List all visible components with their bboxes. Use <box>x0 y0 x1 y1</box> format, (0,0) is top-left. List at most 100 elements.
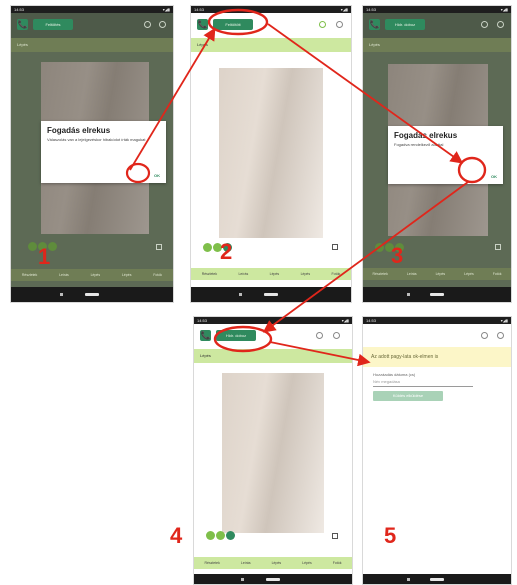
subtitle-bar: Lépés <box>191 38 351 52</box>
status-time: 14:53 <box>14 7 25 12</box>
call-button[interactable]: 📞 <box>200 330 211 341</box>
status-time: 14:53 <box>197 318 208 323</box>
fullscreen-icon[interactable] <box>332 533 338 539</box>
tab-photos[interactable]: Fotók <box>332 268 341 280</box>
dialog-ok-button[interactable]: OK <box>154 173 160 178</box>
settings-icon[interactable] <box>144 21 151 28</box>
tab-step-2[interactable]: Lépés <box>122 269 132 281</box>
back-icon[interactable] <box>59 293 63 296</box>
back-icon[interactable] <box>239 293 242 296</box>
system-nav-bar <box>363 574 511 584</box>
fullscreen-icon[interactable] <box>156 244 162 250</box>
status-icons: ▾◢▮ <box>340 7 348 12</box>
app-bar: 📞 Feltöltött <box>191 13 351 38</box>
menu-icon[interactable] <box>336 21 343 28</box>
uploaded-button[interactable]: Feltöltött <box>213 19 253 30</box>
status-icons: ▾◢▮ <box>162 7 170 12</box>
status-bar: 14:53 ▾◢▮ <box>363 6 511 13</box>
screen-3: 14:53 ▾◢▮ 📞 Hidr. doboz Lépés Fogadás el… <box>362 5 512 303</box>
info-dialog: Fogadás elrekus Válaszolás van a lejelge… <box>41 121 166 183</box>
tab-photos[interactable]: Fotók <box>493 268 502 280</box>
menu-icon[interactable] <box>333 332 340 339</box>
tab-step[interactable]: Lépés <box>272 557 282 569</box>
tab-details[interactable]: Részletek <box>205 557 220 569</box>
dialog-ok-button[interactable]: OK <box>491 174 497 179</box>
tab-description[interactable]: Leírás <box>238 268 248 280</box>
camera-icon[interactable] <box>203 243 212 252</box>
status-icons: ▾◢▮ <box>341 318 349 323</box>
back-icon[interactable] <box>241 578 245 581</box>
status-time: 14:53 <box>194 7 205 12</box>
bottom-tabs: Részletek Leírás Lépés Lépés Fotók <box>194 557 352 569</box>
step-number-2: 2 <box>220 239 233 264</box>
call-button[interactable]: 📞 <box>17 19 28 30</box>
fullscreen-icon[interactable] <box>495 244 501 250</box>
dialog-text: Válaszolás van a lejelgezéskor hibakódot… <box>47 137 146 142</box>
dialog-text: Fogadva rendelkező adattal <box>394 142 444 147</box>
app-bar: 📞 Hidr. doboz <box>363 13 511 38</box>
home-icon[interactable] <box>264 293 278 296</box>
status-time: 14:53 <box>366 318 377 323</box>
tab-details[interactable]: Részletek <box>202 268 217 280</box>
tab-description[interactable]: Leírás <box>241 557 251 569</box>
media-controls <box>206 531 236 540</box>
tab-description[interactable]: Leírás <box>59 269 69 281</box>
tab-description[interactable]: Leírás <box>407 268 417 280</box>
status-icons: ▾◢▮ <box>500 318 508 323</box>
camera-icon[interactable] <box>28 242 37 251</box>
dialog-title: Fogadás elrekus <box>47 126 111 135</box>
call-button[interactable]: 📞 <box>369 19 380 30</box>
menu-icon[interactable] <box>497 332 504 339</box>
door-photo <box>222 373 324 533</box>
status-bar: 14:53 ▾◢▮ <box>194 317 352 324</box>
subtitle-bar: Lépés <box>11 38 173 52</box>
settings-icon[interactable] <box>481 332 488 339</box>
call-button[interactable]: 📞 <box>197 19 208 30</box>
settings-icon[interactable] <box>481 21 488 28</box>
system-nav-bar <box>11 287 173 302</box>
name-input[interactable]: Név megadása <box>373 378 473 387</box>
step-number-3: 3 <box>391 243 404 268</box>
bottom-tabs: Részletek Leírás Lépés Lépés Fotók <box>11 269 173 281</box>
upload-button[interactable]: Feltöltés <box>33 19 73 30</box>
back-icon[interactable] <box>407 293 411 296</box>
tab-photos[interactable]: Fotók <box>153 269 162 281</box>
home-icon[interactable] <box>430 293 444 296</box>
status-icons: ▾◢▮ <box>500 7 508 12</box>
tab-step-2[interactable]: Lépés <box>302 557 312 569</box>
info-banner: Az adott pagy-lata ok-elmen is <box>363 347 511 367</box>
back-icon[interactable] <box>407 578 411 581</box>
info-dialog: Fogadás elrekus Fogadva rendelkező adatt… <box>388 126 503 184</box>
menu-icon[interactable] <box>159 21 166 28</box>
bottom-tabs: Részletek Leírás Lépés Lépés Fotók <box>191 268 351 280</box>
water-box-button[interactable]: Hidr. doboz <box>385 19 425 30</box>
tab-step[interactable]: Lépés <box>91 269 101 281</box>
status-bar: 14:53 ▾◢▮ <box>11 6 173 13</box>
tab-step[interactable]: Lépés <box>270 268 280 280</box>
water-box-button[interactable]: Hidr. doboz <box>216 330 256 341</box>
step-number-5: 5 <box>384 523 397 548</box>
tab-details[interactable]: Részletek <box>373 268 388 280</box>
bottom-tabs: Részletek Leírás Lépés Lépés Fotók <box>363 268 511 280</box>
fullscreen-icon[interactable] <box>332 244 338 250</box>
tab-details[interactable]: Részletek <box>22 269 37 281</box>
camera-icon[interactable] <box>375 243 384 252</box>
settings-icon[interactable] <box>316 332 323 339</box>
home-icon[interactable] <box>266 578 280 581</box>
home-icon[interactable] <box>430 578 444 581</box>
gallery-icon[interactable] <box>216 531 225 540</box>
settings-icon[interactable] <box>319 21 326 28</box>
add-photo-icon[interactable] <box>226 531 235 540</box>
tab-step-2[interactable]: Lépés <box>464 268 474 280</box>
tab-step[interactable]: Lépés <box>436 268 446 280</box>
tab-photos[interactable]: Fotók <box>333 557 342 569</box>
tab-step-2[interactable]: Lépés <box>301 268 311 280</box>
subtitle-bar: Lépés <box>363 38 511 52</box>
step-number-4: 4 <box>170 523 183 548</box>
home-icon[interactable] <box>85 293 99 296</box>
menu-icon[interactable] <box>497 21 504 28</box>
submit-button[interactable]: Küldés elküldése <box>373 391 443 401</box>
camera-icon[interactable] <box>206 531 215 540</box>
door-photo <box>219 68 323 238</box>
subtitle-bar: Lépés <box>194 349 352 363</box>
